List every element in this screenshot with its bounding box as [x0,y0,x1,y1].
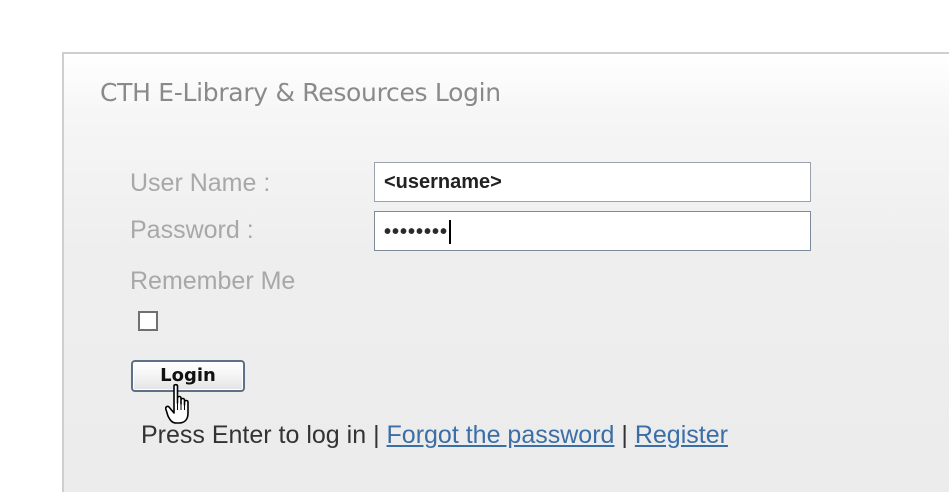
footer-separator: | [621,421,628,449]
footer-separator: | [373,421,380,449]
forgot-password-link[interactable]: Forgot the password [387,421,615,449]
login-footer: Press Enter to log in | Forgot the passw… [141,421,728,450]
password-label: Password : [130,216,254,244]
password-input[interactable] [374,211,811,251]
register-link[interactable]: Register [635,421,728,449]
remember-me-checkbox[interactable] [138,311,158,331]
press-enter-text: Press Enter to log in [141,421,367,449]
username-label: User Name : [130,169,271,197]
username-input[interactable] [374,162,811,202]
login-title: CTH E-Library & Resources Login [100,78,501,107]
remember-me-label: Remember Me [130,267,296,295]
